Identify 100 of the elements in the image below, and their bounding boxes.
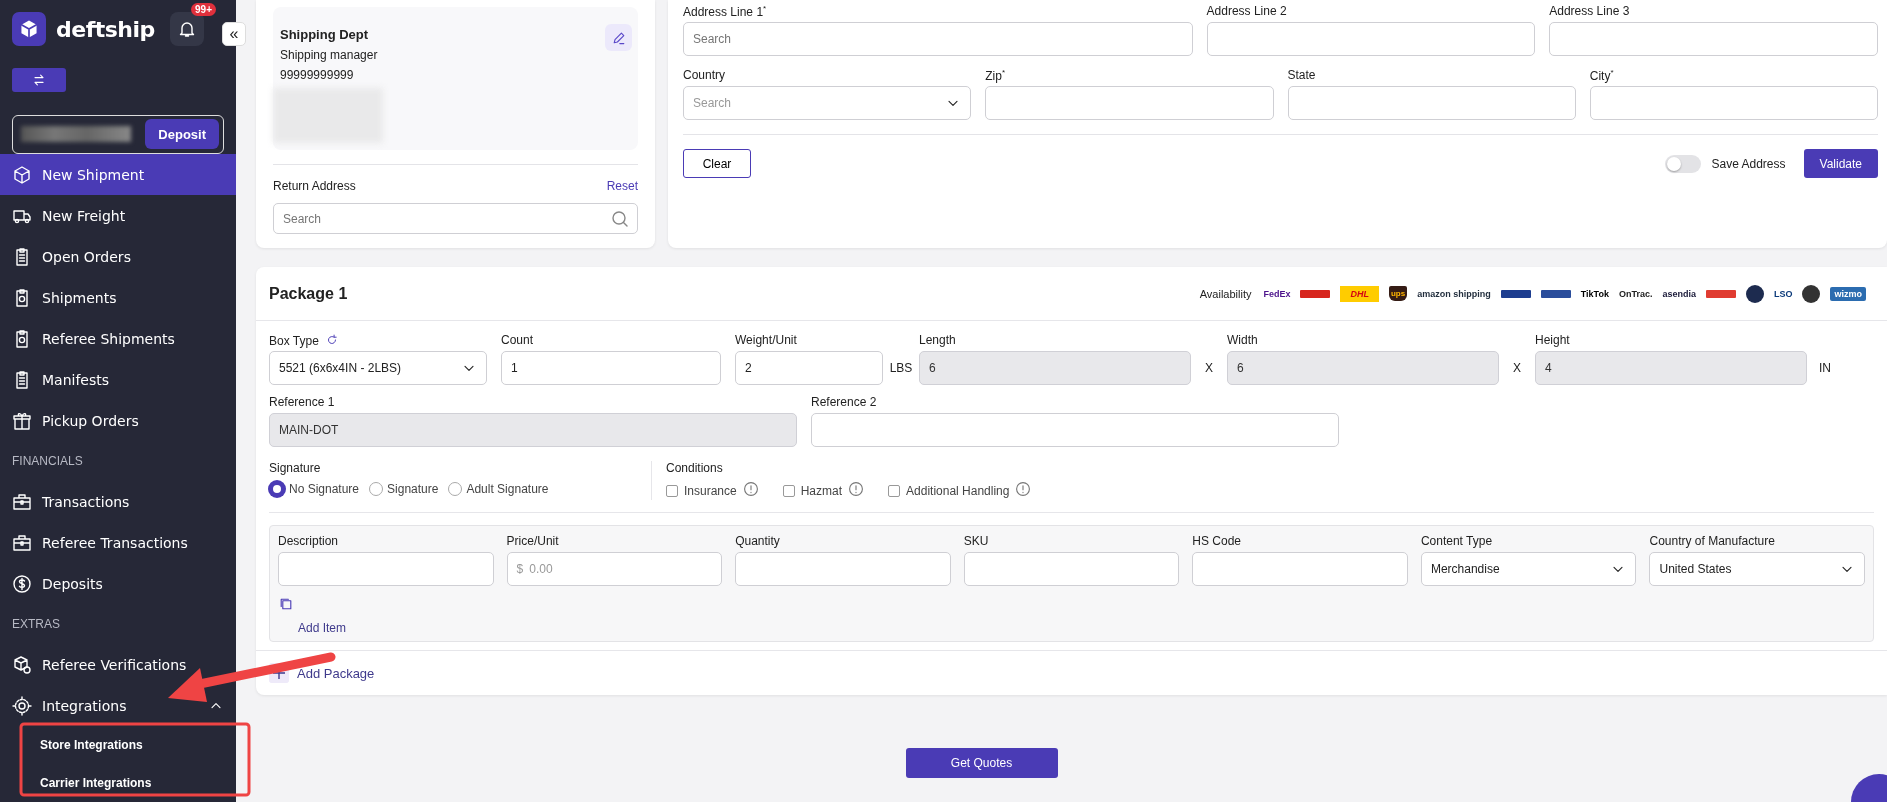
edit-button[interactable] (605, 24, 632, 51)
radio-button[interactable] (369, 482, 384, 496)
text-field[interactable] (1287, 86, 1576, 120)
group-label: Signature (269, 461, 322, 475)
briefcase-icon (12, 532, 32, 553)
field-label: Address Line 1$^{*}$ (683, 4, 768, 18)
carrier-logo: LSO (1773, 288, 1793, 299)
radio-button[interactable] (269, 481, 285, 497)
nav-item[interactable]: Pickup Orders (0, 400, 236, 441)
option-label: Hazmat (800, 483, 843, 498)
nav-item[interactable]: New Freight (0, 195, 236, 236)
carrier-logo: TikTok (1580, 288, 1609, 299)
text-field[interactable] (735, 552, 951, 586)
nav-item[interactable]: Referee Transactions (0, 522, 236, 563)
dollar-icon (12, 573, 32, 594)
radio-button[interactable] (448, 482, 463, 496)
field-label: Height (1535, 333, 1571, 347)
get-quotes-button[interactable]: Get Quotes (905, 748, 1058, 778)
carrier-logo: ups (1389, 286, 1408, 301)
section-heading: FINANCIALS (11, 453, 84, 470)
deposit-button[interactable]: Deposit (145, 119, 219, 150)
text-field[interactable] (811, 413, 1339, 447)
nav-item[interactable]: Shipments (0, 277, 236, 318)
add-package-button[interactable]: Add Package (297, 665, 375, 681)
info-icon (742, 481, 759, 497)
sender-title: Shipping manager (280, 48, 378, 62)
field-label: Return Address (273, 179, 356, 193)
clear-button[interactable]: Clear (683, 149, 751, 178)
group-label: Conditions (666, 461, 724, 475)
bell-icon (177, 19, 197, 40)
toggle-label: Save Address (1711, 156, 1786, 171)
nav-subitem[interactable]: Store Integrations (0, 726, 236, 764)
unit-label: LBS (888, 361, 914, 377)
dropdown[interactable]: 5521 (6x6x4IN - 2LBS) (269, 351, 487, 385)
field-label: Content Type (1420, 534, 1494, 548)
checkbox[interactable] (888, 484, 901, 497)
field-label: Box Type (269, 333, 487, 347)
search-field[interactable]: Search (273, 203, 638, 234)
field-label: Country (683, 68, 727, 82)
sender-phone: 99999999999 (280, 68, 354, 82)
text-field[interactable] (278, 552, 494, 586)
field-label: Quantity (735, 534, 781, 548)
box-icon (12, 164, 32, 185)
carrier-logo: asendia (1662, 288, 1696, 299)
checkbox[interactable] (666, 484, 678, 497)
collapse-button[interactable]: « (222, 22, 246, 46)
field-label: Address Line 2 (1206, 4, 1288, 18)
nav-item[interactable]: New Shipment (0, 154, 236, 195)
notification-button[interactable] (170, 12, 204, 47)
save-address-toggle[interactable] (1665, 154, 1702, 173)
nav-item[interactable]: Transactions (0, 481, 236, 522)
nav-item[interactable]: Integrations (0, 685, 236, 726)
dropdown[interactable]: United States (1649, 552, 1866, 586)
checkbox[interactable] (782, 484, 795, 497)
option-label: Additional Handling (906, 483, 1010, 498)
field-label: Reference 2 (811, 395, 878, 409)
reset-link[interactable]: Reset (606, 179, 638, 193)
text-field[interactable] (1589, 86, 1878, 120)
info-icon (848, 481, 865, 497)
text-field[interactable] (1192, 552, 1408, 586)
field-label: Reference 1 (269, 395, 336, 409)
validate-button[interactable]: Validate (1803, 149, 1878, 178)
briefcase-icon (12, 491, 32, 512)
option-label: No Signature (289, 482, 360, 496)
text-field[interactable] (963, 552, 1180, 586)
swap-button[interactable] (12, 67, 66, 92)
carrier-logo: DHL (1340, 285, 1379, 302)
search-icon (610, 209, 630, 229)
sender-name: Shipping Dept (280, 27, 369, 42)
nav-item[interactable]: Deposits (0, 563, 236, 604)
field-label: Count (501, 333, 535, 347)
field-label: HS Code (1192, 534, 1242, 548)
unit-label: X (1512, 361, 1522, 377)
nav-item[interactable]: Referee Verifications (0, 644, 236, 685)
option-label: Adult Signature (466, 482, 549, 496)
text-field[interactable]: 1 (501, 351, 721, 385)
copy-icon (278, 596, 294, 612)
notification-badge: 99+ (191, 3, 216, 17)
field-label: Zip$^{*}$ (985, 68, 1007, 82)
field-label: State (1287, 68, 1317, 82)
nav-item[interactable]: Open Orders (0, 236, 236, 277)
dropdown[interactable]: Merchandise (1420, 552, 1637, 586)
text-field[interactable] (1206, 22, 1536, 56)
nav-subitem[interactable]: Carrier Integrations (0, 764, 236, 802)
text-field[interactable]: 2 (735, 351, 883, 385)
nav-item[interactable]: Manifests (0, 359, 236, 400)
text-field[interactable] (1549, 22, 1878, 56)
carrier-logo: OnTrac. (1618, 288, 1653, 299)
field-label: Price/Unit (506, 534, 560, 548)
add-item-button[interactable]: Add Item (298, 621, 347, 635)
text-field[interactable] (985, 86, 1274, 120)
nav-item[interactable]: Referee Shipments (0, 318, 236, 359)
field-label: Description (278, 534, 340, 548)
carrier-logo: amazon shipping (1417, 288, 1491, 299)
field-label: Address Line 3 (1549, 4, 1631, 18)
gift-icon (12, 410, 32, 431)
text-field[interactable]: Search (683, 22, 1193, 56)
info-icon (1015, 481, 1032, 497)
unit-label: X (1204, 361, 1214, 377)
package-title: Package 1 (269, 284, 349, 303)
